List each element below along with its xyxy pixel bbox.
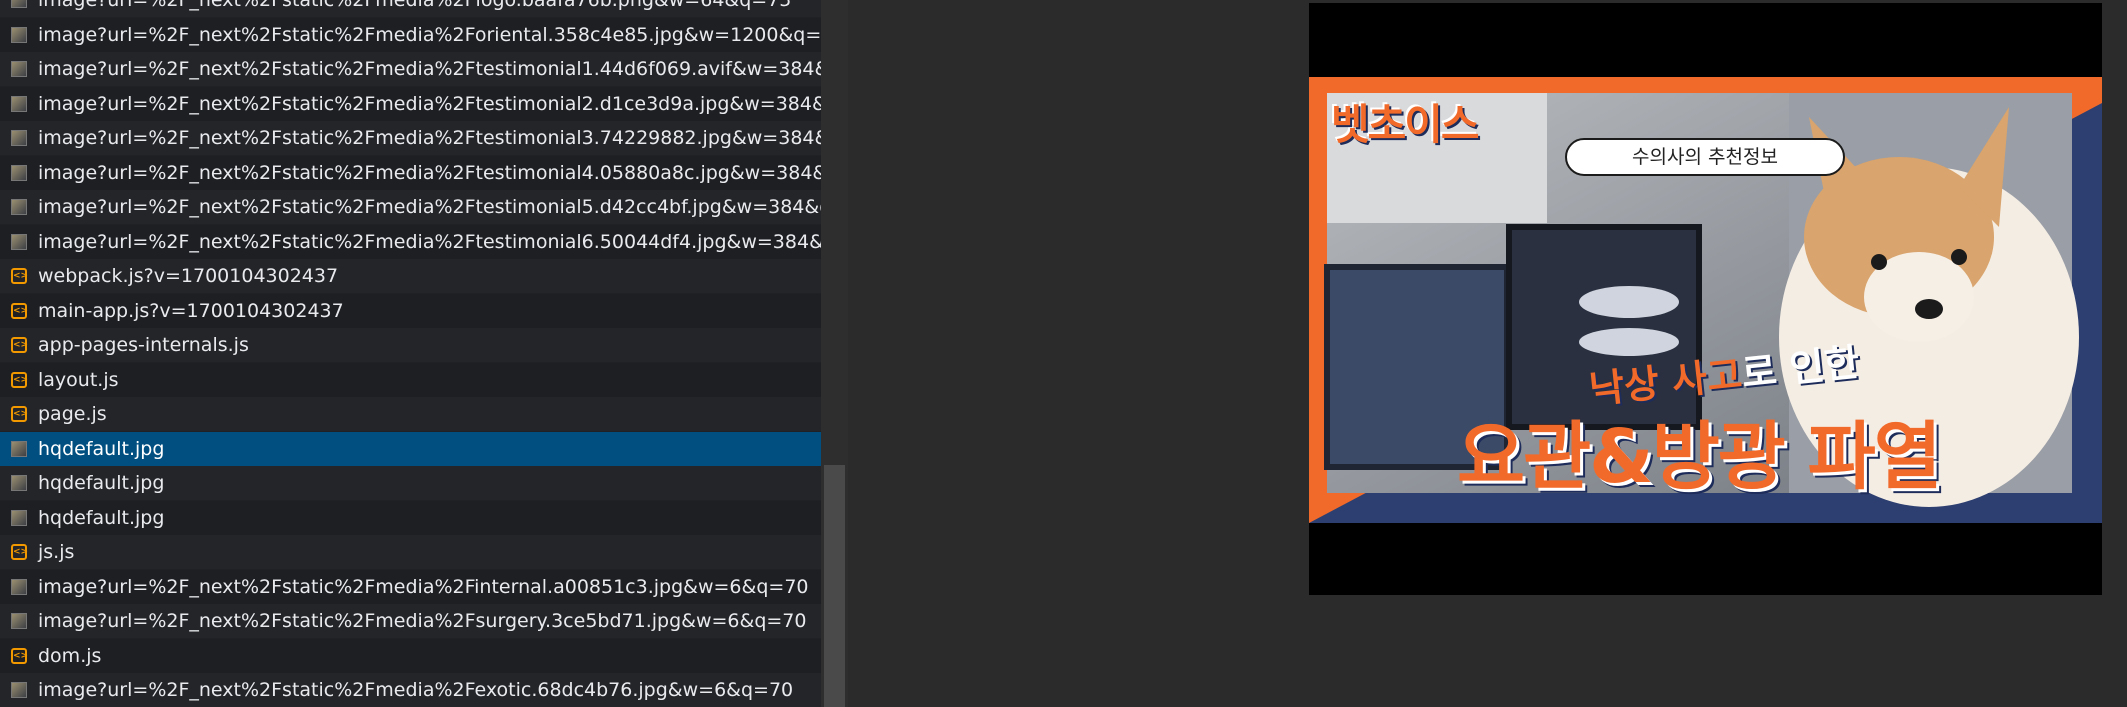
request-row[interactable]: image?url=%2F_next%2Fstatic%2Fmedia%2Fte… xyxy=(0,155,821,190)
request-name: image?url=%2F_next%2Fstatic%2Fmedia%2Flo… xyxy=(38,0,792,11)
request-name: image?url=%2F_next%2Fstatic%2Fmedia%2For… xyxy=(38,23,821,46)
request-row[interactable]: hqdefault.jpg xyxy=(0,500,821,535)
network-request-list: image?url=%2F_next%2Fstatic%2Fmedia%2Flo… xyxy=(0,0,821,707)
request-row[interactable]: image?url=%2F_next%2Fstatic%2Fmedia%2Fin… xyxy=(0,569,821,604)
request-name: image?url=%2F_next%2Fstatic%2Fmedia%2Fte… xyxy=(38,127,821,149)
image-file-icon xyxy=(11,509,27,526)
request-name: image?url=%2F_next%2Fstatic%2Fmedia%2Fte… xyxy=(38,92,821,115)
request-name: image?url=%2F_next%2Fstatic%2Fmedia%2Fin… xyxy=(38,575,809,598)
scrollbar[interactable] xyxy=(821,0,848,707)
request-name: image?url=%2F_next%2Fstatic%2Fmedia%2Fsu… xyxy=(38,610,807,632)
brand-logo: 벳초이스 xyxy=(1331,100,1480,149)
request-row[interactable]: image?url=%2F_next%2Fstatic%2Fmedia%2Flo… xyxy=(0,0,821,17)
image-file-icon xyxy=(11,233,27,250)
request-name: layout.js xyxy=(38,368,119,391)
image-file-icon xyxy=(11,440,27,457)
request-name: image?url=%2F_next%2Fstatic%2Fmedia%2Fte… xyxy=(38,161,821,184)
script-file-icon: <> xyxy=(11,371,28,388)
request-row[interactable]: image?url=%2F_next%2Fstatic%2Fmedia%2Fte… xyxy=(0,190,821,224)
request-row[interactable]: hqdefault.jpg xyxy=(0,431,821,466)
request-name: hqdefault.jpg xyxy=(38,506,165,529)
image-file-icon xyxy=(11,475,27,491)
image-file-icon xyxy=(11,130,27,146)
request-row[interactable]: <> webpack.js?v=1700104302437 xyxy=(0,259,821,293)
request-row[interactable]: image?url=%2F_next%2Fstatic%2Fmedia%2Fsu… xyxy=(0,604,821,638)
request-name: page.js xyxy=(38,403,107,425)
image-file-icon xyxy=(11,0,27,8)
request-name: app-pages-internals.js xyxy=(38,334,249,356)
request-row[interactable]: image?url=%2F_next%2Fstatic%2Fmedia%2Fte… xyxy=(0,224,821,259)
script-file-icon: <> xyxy=(11,544,28,560)
image-preview: 벳초이스 수의사의 추천정보 낙상 사고로 인한 요관&방광 파열 xyxy=(1309,3,2102,595)
image-file-icon xyxy=(11,613,27,629)
request-name: image?url=%2F_next%2Fstatic%2Fmedia%2Fte… xyxy=(38,230,821,253)
request-row[interactable]: <> app-pages-internals.js xyxy=(0,328,821,362)
request-row[interactable]: <> main-app.js?v=1700104302437 xyxy=(0,293,821,328)
script-file-icon: <> xyxy=(11,647,28,664)
request-name: image?url=%2F_next%2Fstatic%2Fmedia%2Fex… xyxy=(38,679,794,701)
image-file-icon xyxy=(11,164,27,181)
request-row[interactable]: image?url=%2F_next%2Fstatic%2Fmedia%2Fte… xyxy=(0,52,821,86)
request-name: webpack.js?v=1700104302437 xyxy=(38,265,339,287)
script-file-icon: <> xyxy=(11,337,28,353)
caption-pill: 수의사의 추천정보 xyxy=(1565,138,1845,176)
request-row[interactable]: <> dom.js xyxy=(0,638,821,673)
request-row[interactable]: <> page.js xyxy=(0,397,821,431)
request-row[interactable]: hqdefault.jpg xyxy=(0,466,821,500)
request-name: hqdefault.jpg xyxy=(38,437,165,460)
request-row[interactable]: <> js.js xyxy=(0,535,821,569)
request-name: main-app.js?v=1700104302437 xyxy=(38,299,344,322)
subtitle-rest: 로 인한 xyxy=(1739,339,1862,397)
image-file-icon xyxy=(11,26,27,43)
script-file-icon: <> xyxy=(11,302,28,319)
image-file-icon xyxy=(11,95,27,112)
scrollbar-thumb[interactable] xyxy=(824,465,845,707)
thumbnail-headline: 요관&방광 파열 xyxy=(1457,414,1942,500)
preview-thumbnail: 벳초이스 수의사의 추천정보 낙상 사고로 인한 요관&방광 파열 xyxy=(1309,77,2102,523)
request-name: dom.js xyxy=(38,644,102,667)
image-file-icon xyxy=(11,61,27,77)
script-file-icon: <> xyxy=(11,406,28,422)
request-row[interactable]: image?url=%2F_next%2Fstatic%2Fmedia%2For… xyxy=(0,17,821,52)
request-row[interactable]: image?url=%2F_next%2Fstatic%2Fmedia%2Fte… xyxy=(0,86,821,121)
image-file-icon xyxy=(11,199,27,215)
request-row[interactable]: <> layout.js xyxy=(0,362,821,397)
request-name: image?url=%2F_next%2Fstatic%2Fmedia%2Fte… xyxy=(38,196,821,218)
script-file-icon: <> xyxy=(11,268,28,284)
image-file-icon xyxy=(11,578,27,595)
request-name: image?url=%2F_next%2Fstatic%2Fmedia%2Fte… xyxy=(38,58,821,80)
request-name: hqdefault.jpg xyxy=(38,472,165,494)
request-name: js.js xyxy=(38,541,75,563)
request-row[interactable]: image?url=%2F_next%2Fstatic%2Fmedia%2Fte… xyxy=(0,121,821,155)
image-file-icon xyxy=(11,682,27,698)
request-row[interactable]: image?url=%2F_next%2Fstatic%2Fmedia%2Fex… xyxy=(0,673,821,707)
